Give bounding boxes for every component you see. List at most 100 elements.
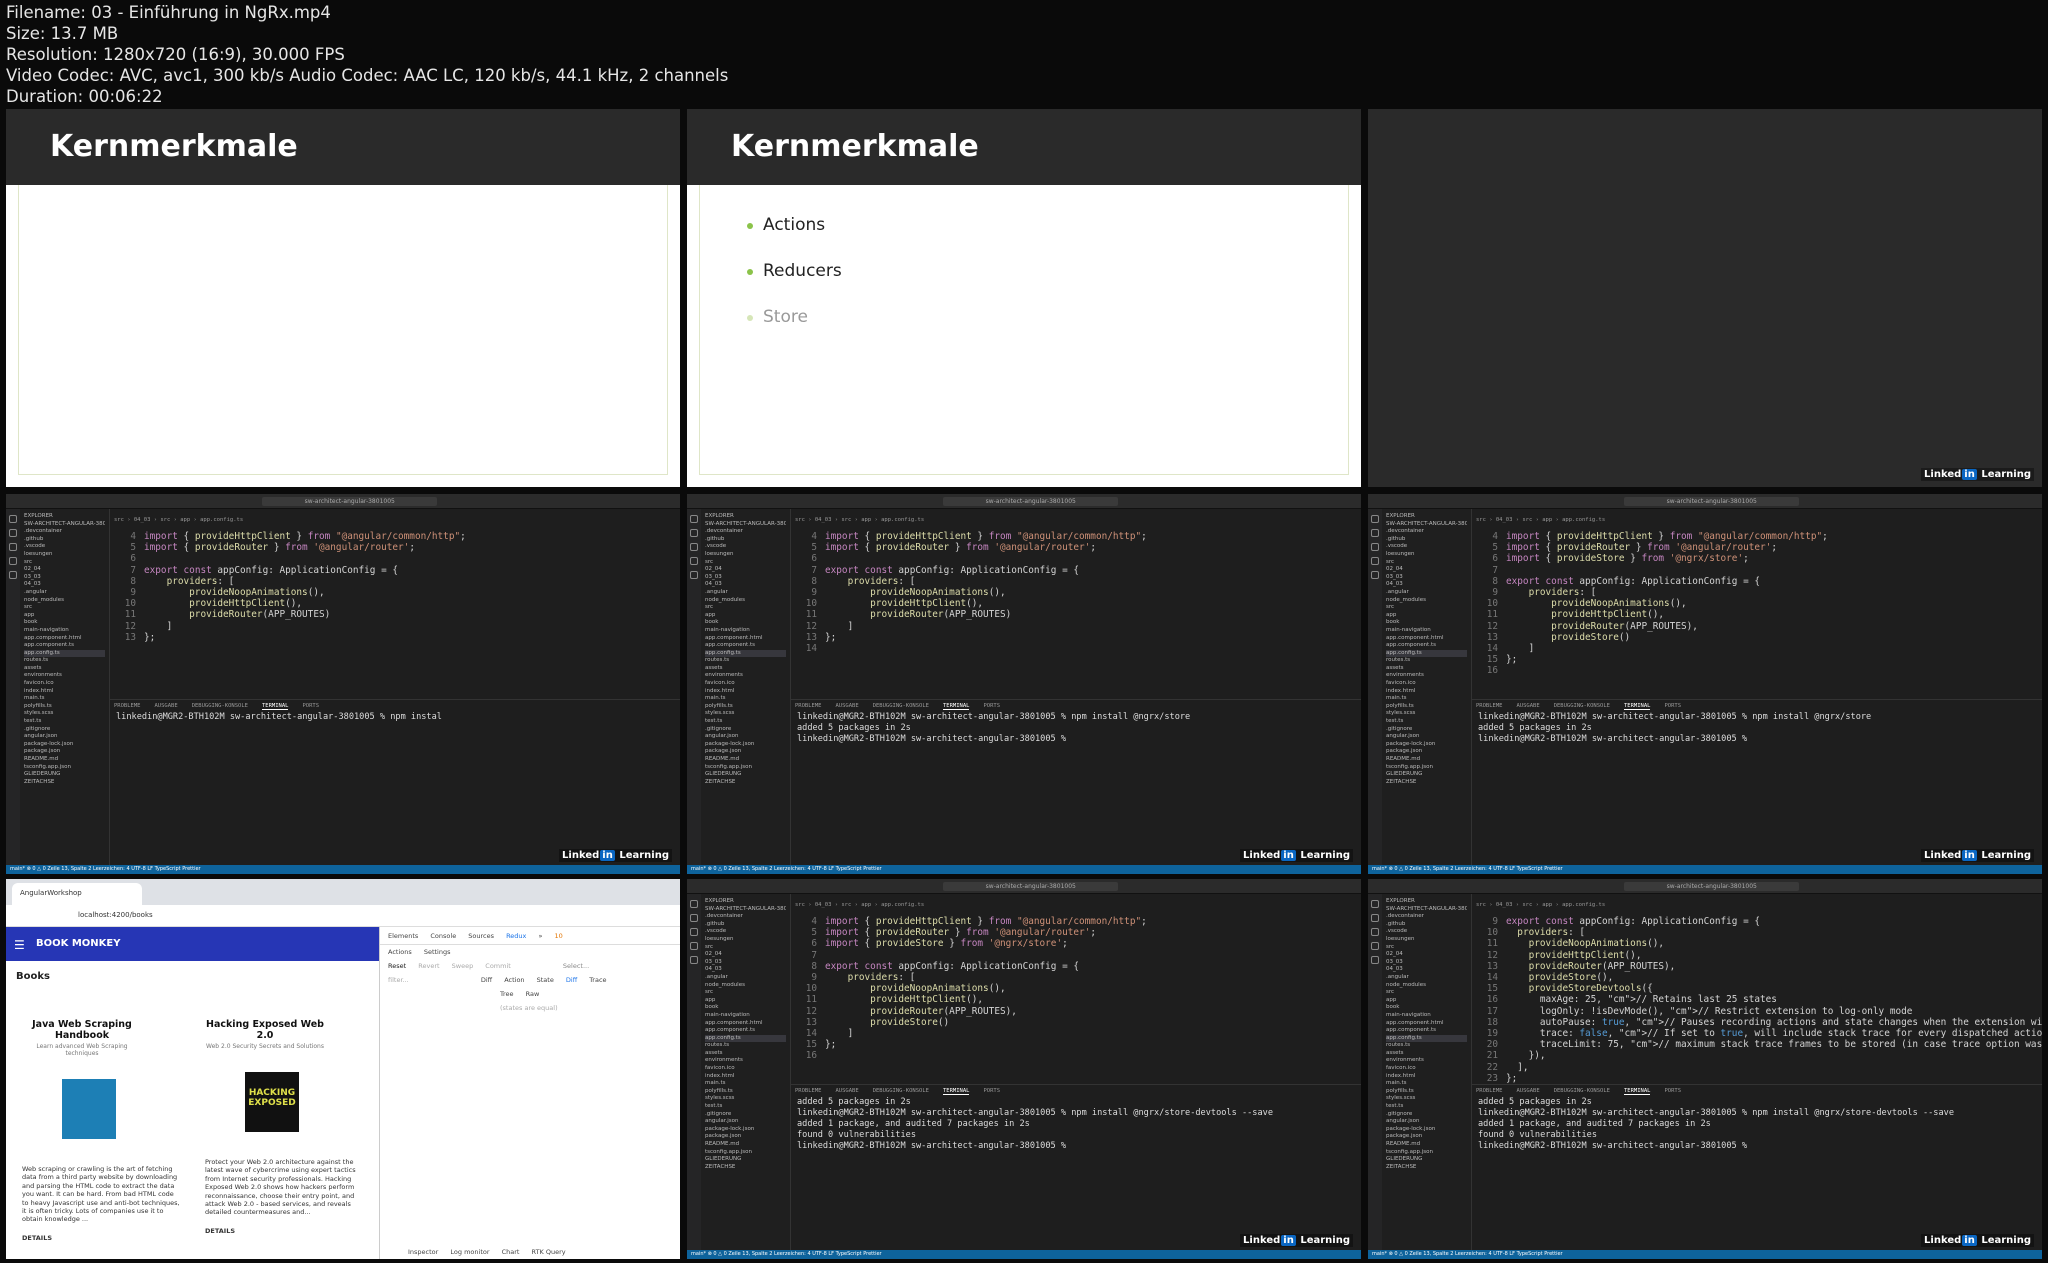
explorer-item[interactable]: 02_04 [1386, 566, 1467, 574]
book-card[interactable]: Java Web Scraping Handbook Learn advance… [22, 1019, 180, 1242]
panel-tab[interactable]: TERMINAL [942, 1088, 970, 1095]
panel-tab[interactable]: AUSGABE [1517, 703, 1540, 709]
code-editor[interactable]: src › 04_03 › src › app › app.config.ts 4… [791, 894, 1361, 1084]
command-center-search[interactable]: sw-architect-angular-3801005 [943, 882, 1119, 891]
explorer-item[interactable]: 02_04 [24, 566, 105, 574]
explorer-item[interactable]: .angular [705, 589, 786, 597]
explorer-item[interactable]: .vscode [1386, 928, 1467, 936]
explorer-item[interactable]: routes.ts [705, 1042, 786, 1050]
explorer-item[interactable]: polyfills.ts [1386, 1088, 1467, 1096]
explorer-item[interactable]: .gitignore [705, 1111, 786, 1119]
explorer-item[interactable]: favicon.ico [1386, 680, 1467, 688]
panel-tab[interactable]: DEBUGGING-KONSOLE [873, 1088, 929, 1094]
explorer-item[interactable]: src [1386, 604, 1467, 612]
explorer-item[interactable]: app.component.ts [705, 642, 786, 650]
explorer-item[interactable]: tsconfig.app.json [1386, 764, 1467, 772]
explorer-item[interactable]: README.md [24, 756, 105, 764]
panel-tab[interactable]: PORTS [983, 1088, 1000, 1094]
panel-tab[interactable]: TERMINAL [1623, 1088, 1651, 1095]
extensions-icon[interactable] [690, 956, 698, 964]
explorer-icon[interactable] [9, 515, 17, 523]
explorer-item[interactable]: EXPLORER [24, 513, 105, 521]
explorer-item[interactable]: book [1386, 619, 1467, 627]
explorer-item[interactable]: app.component.html [1386, 1020, 1467, 1028]
explorer-item[interactable]: environments [1386, 672, 1467, 680]
explorer-item[interactable]: 03_03 [1386, 574, 1467, 582]
command-center-search[interactable]: sw-architect-angular-3801005 [943, 497, 1119, 506]
explorer-item[interactable]: routes.ts [24, 657, 105, 665]
explorer-item[interactable]: styles.scss [705, 1095, 786, 1103]
explorer-item[interactable]: .devcontainer [705, 913, 786, 921]
tab-rtk-query[interactable]: RTK Query [532, 1248, 566, 1256]
explorer-item[interactable]: .devcontainer [1386, 913, 1467, 921]
explorer-item[interactable]: app.component.ts [1386, 1027, 1467, 1035]
panel-tab[interactable]: DEBUGGING-KONSOLE [192, 703, 248, 709]
explorer-item[interactable]: 03_03 [705, 574, 786, 582]
explorer-item[interactable]: styles.scss [705, 710, 786, 718]
explorer-item[interactable]: 04_03 [1386, 581, 1467, 589]
revert-button[interactable]: Revert [418, 962, 439, 970]
explorer-item[interactable]: SW-ARCHITECT-ANGULAR-3801005 [1386, 906, 1467, 914]
explorer-icon[interactable] [1371, 900, 1379, 908]
explorer-item[interactable]: package.json [1386, 1133, 1467, 1141]
extensions-icon[interactable] [9, 571, 17, 579]
explorer-item[interactable]: EXPLORER [1386, 898, 1467, 906]
panel-tab[interactable]: PORTS [302, 703, 319, 709]
explorer-item[interactable]: loesungen [705, 936, 786, 944]
explorer-item[interactable]: node_modules [24, 597, 105, 605]
warning-badge[interactable]: 10 [555, 932, 563, 940]
explorer-item[interactable]: README.md [1386, 1141, 1467, 1149]
explorer-item[interactable]: test.ts [705, 1103, 786, 1111]
explorer-item[interactable]: main-navigation [24, 627, 105, 635]
explorer-item[interactable]: main.ts [1386, 695, 1467, 703]
explorer-item[interactable]: assets [24, 665, 105, 673]
explorer-item[interactable]: package.json [705, 748, 786, 756]
explorer-item[interactable]: favicon.ico [24, 680, 105, 688]
explorer-item[interactable]: .angular [1386, 974, 1467, 982]
explorer-item[interactable]: angular.json [1386, 733, 1467, 741]
panel-tab[interactable]: TERMINAL [261, 703, 289, 710]
explorer-item[interactable]: .devcontainer [1386, 528, 1467, 536]
address-bar[interactable]: localhost:4200/books [6, 905, 680, 927]
panel-tab[interactable]: PROBLEME [1476, 703, 1503, 709]
tab-console[interactable]: Console [430, 932, 456, 940]
explorer-item[interactable]: GLIEDERUNG [1386, 771, 1467, 779]
explorer-item[interactable]: .vscode [24, 543, 105, 551]
explorer-item[interactable]: package-lock.json [24, 741, 105, 749]
explorer-item[interactable]: app.config.ts [1386, 649, 1467, 658]
explorer-item[interactable]: main.ts [1386, 1080, 1467, 1088]
panel-tab[interactable]: DEBUGGING-KONSOLE [873, 703, 929, 709]
reset-button[interactable]: Reset [388, 962, 406, 970]
explorer-item[interactable]: .vscode [705, 543, 786, 551]
explorer-item[interactable]: polyfills.ts [705, 703, 786, 711]
explorer-item[interactable]: assets [705, 1050, 786, 1058]
command-center-search[interactable]: sw-architect-angular-3801005 [262, 497, 438, 506]
explorer-item[interactable]: src [1386, 944, 1467, 952]
explorer-item[interactable]: .github [1386, 921, 1467, 929]
code-editor[interactable]: src › 04_03 › src › app › app.config.ts 4… [791, 509, 1361, 699]
explorer-item[interactable]: index.html [1386, 688, 1467, 696]
explorer-item[interactable]: README.md [705, 1141, 786, 1149]
explorer-item[interactable]: loesungen [1386, 551, 1467, 559]
explorer-item[interactable]: package.json [705, 1133, 786, 1141]
explorer-item[interactable]: app [705, 612, 786, 620]
explorer-item[interactable]: src [24, 604, 105, 612]
explorer-item[interactable]: app.config.ts [705, 649, 786, 658]
explorer-item[interactable]: ZEITACHSE [705, 779, 786, 787]
explorer-item[interactable]: app.config.ts [24, 649, 105, 658]
explorer-item[interactable]: routes.ts [705, 657, 786, 665]
explorer-item[interactable]: routes.ts [1386, 1042, 1467, 1050]
panel-tab[interactable]: PROBLEME [114, 703, 141, 709]
run-debug-icon[interactable] [9, 557, 17, 565]
explorer-item[interactable]: test.ts [1386, 718, 1467, 726]
explorer-item[interactable]: GLIEDERUNG [705, 771, 786, 779]
details-button[interactable]: DETAILS [205, 1227, 363, 1235]
explorer-item[interactable]: package.json [24, 748, 105, 756]
view-diff-active[interactable]: Diff [566, 976, 577, 984]
explorer-item[interactable]: angular.json [705, 733, 786, 741]
explorer-item[interactable]: .angular [1386, 589, 1467, 597]
explorer-item[interactable]: polyfills.ts [705, 1088, 786, 1096]
panel-tab[interactable]: AUSGABE [836, 1088, 859, 1094]
panel-tab[interactable]: DEBUGGING-KONSOLE [1554, 703, 1610, 709]
view-state[interactable]: State [537, 976, 554, 984]
